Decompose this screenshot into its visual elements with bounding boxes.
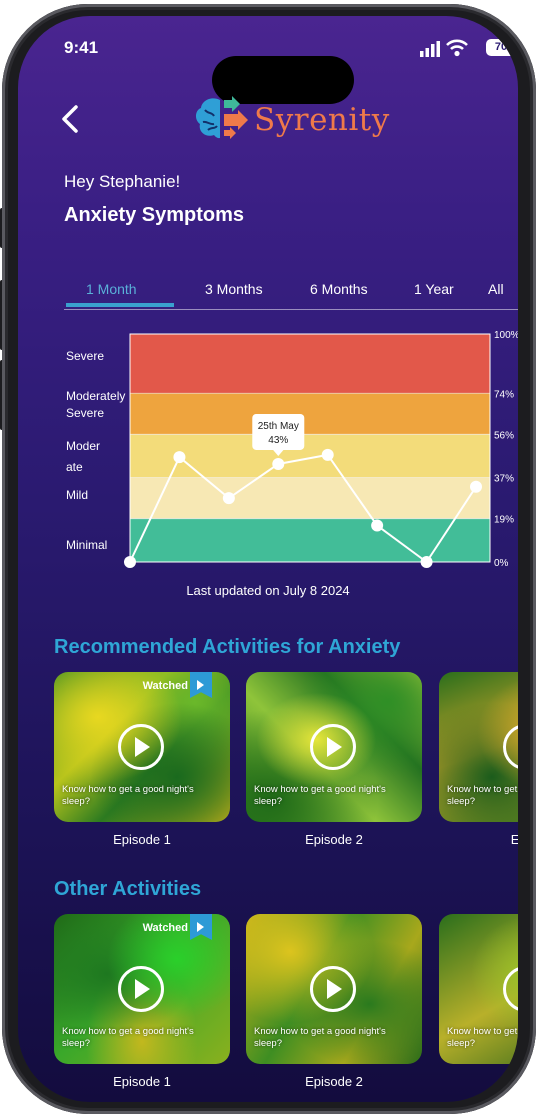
- tooltip-value: 43%: [268, 435, 288, 446]
- band-severe: [130, 334, 490, 394]
- status-icons: 70: [420, 38, 516, 58]
- card-description: Know how to get a good night's sleep?: [254, 784, 386, 807]
- bookmark-play-arrow: [197, 922, 204, 932]
- anxiety-chart: 100% 74% 56% 37% 19% 0% Severe Moderately Severe…: [66, 330, 518, 569]
- y-tick-label: 100%: [494, 330, 518, 341]
- brain-logo-icon: [195, 96, 248, 139]
- signal-icon: [420, 41, 440, 57]
- episode-label: Episode 2: [305, 1074, 363, 1089]
- back-chevron-icon[interactable]: [60, 104, 80, 134]
- band-label: Mild: [66, 488, 88, 502]
- recommended-card-3[interactable]: Know how to get a good night's sleep?: [439, 672, 518, 822]
- other-card-1[interactable]: Watched Know how to get a good night's s…: [54, 914, 230, 1064]
- card-description: Know how to get a good night's sleep?: [254, 1026, 386, 1049]
- play-triangle: [327, 979, 342, 999]
- play-triangle: [135, 979, 150, 999]
- episode-label: Episode 1: [113, 832, 171, 847]
- tab-1-month[interactable]: 1 Month: [86, 281, 137, 297]
- active-tab-indicator: [66, 303, 174, 307]
- card-description: Know how to get a good night's sleep?: [447, 784, 518, 807]
- data-point: [272, 457, 285, 470]
- episode-label: Episo: [510, 832, 518, 847]
- card-description: Know how to get a good night's sleep?: [62, 784, 194, 807]
- band-label: Minimal: [66, 538, 107, 552]
- play-triangle: [135, 737, 150, 757]
- tab-1-year[interactable]: 1 Year: [414, 281, 454, 297]
- data-point: [420, 556, 433, 568]
- other-card-3[interactable]: Know how to get a good night's sleep?: [439, 914, 518, 1064]
- other-card-2[interactable]: Know how to get a good night's sleep?: [246, 914, 422, 1064]
- episode-label: Episode 2: [305, 832, 363, 847]
- play-triangle: [327, 737, 342, 757]
- band-mild: [130, 477, 490, 519]
- wifi-icon: [446, 39, 468, 57]
- status-time: 9:41: [64, 38, 99, 57]
- play-icon[interactable]: [503, 724, 518, 770]
- data-point: [173, 451, 186, 464]
- tab-6-months[interactable]: 6 Months: [310, 281, 368, 297]
- episode-label: Ep: [439, 1074, 518, 1089]
- band-label: Moderately: [66, 389, 125, 403]
- last-updated-text: Last updated on July 8 2024: [186, 583, 350, 598]
- y-tick-label: 74%: [494, 389, 514, 400]
- time-range-tabs: 1 Month 3 Months 6 Months 1 Year All: [64, 263, 518, 310]
- data-point: [470, 480, 482, 493]
- app-name: Syrenity: [254, 102, 390, 138]
- other-section-title: Other Activities: [54, 878, 202, 900]
- tab-all[interactable]: All: [488, 281, 504, 297]
- data-point: [321, 448, 334, 461]
- recommended-card-1[interactable]: Watched Know how to get a good night's s…: [54, 672, 230, 822]
- tooltip-date: 25th May: [258, 421, 299, 432]
- greeting-text: Hey Stephanie!: [64, 172, 181, 191]
- y-tick-label: 0%: [494, 558, 509, 569]
- card-description: Know how to get a good night's sleep?: [62, 1026, 194, 1049]
- band-label: ate: [66, 460, 83, 474]
- watched-label: Watched: [142, 922, 188, 934]
- battery-icon: 70: [486, 39, 516, 56]
- page-title: Anxiety Symptoms: [64, 204, 245, 226]
- bookmark-play-arrow: [197, 680, 204, 690]
- watched-label: Watched: [142, 680, 188, 692]
- episode-label: Episode 1: [113, 1074, 171, 1089]
- band-moderately-severe: [130, 393, 490, 435]
- data-point: [222, 492, 235, 505]
- data-point: [371, 519, 384, 532]
- recommended-section-title: Recommended Activities for Anxiety: [54, 636, 401, 658]
- app-screen: 9:41 70 Syrenity Hey Stephanie! Anxiety …: [18, 16, 518, 1102]
- play-icon[interactable]: [503, 966, 518, 1012]
- y-tick-label: 56%: [494, 430, 514, 441]
- card-description: Know how to get a good night's sleep?: [447, 1026, 518, 1049]
- y-tick-label: 37%: [494, 474, 514, 485]
- band-label: Severe: [66, 406, 104, 420]
- data-point: [124, 556, 136, 568]
- band-minimal: [130, 518, 490, 562]
- tab-3-months[interactable]: 3 Months: [205, 281, 263, 297]
- band-label: Severe: [66, 349, 104, 363]
- recommended-card-2[interactable]: Know how to get a good night's sleep?: [246, 672, 422, 822]
- band-label: Moder: [66, 439, 100, 453]
- y-tick-label: 19%: [494, 515, 514, 526]
